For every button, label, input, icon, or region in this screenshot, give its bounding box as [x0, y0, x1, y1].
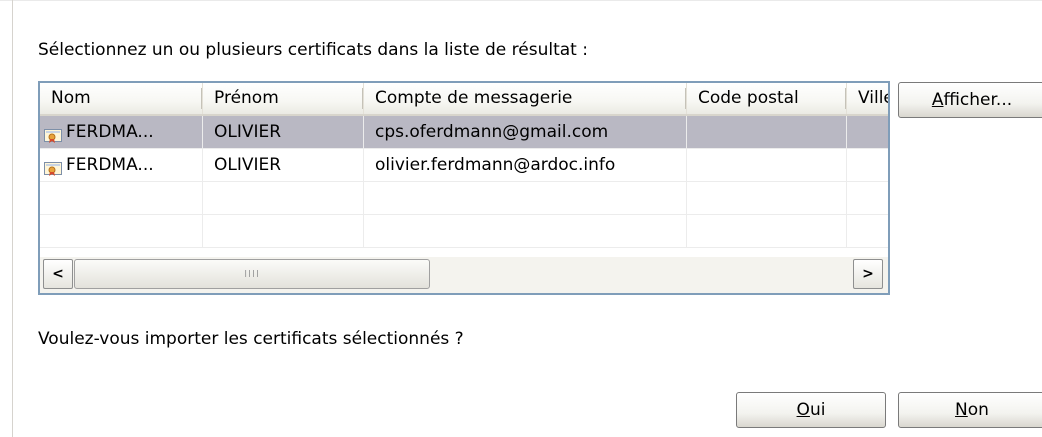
empty-cell — [687, 215, 847, 248]
select-instruction-label: Sélectionnez un ou plusieurs certificats… — [38, 40, 588, 60]
chevron-left-icon: < — [52, 266, 64, 282]
oui-label: ui — [809, 400, 826, 420]
chevron-right-icon: > — [862, 266, 874, 282]
cell-code-postal — [687, 116, 847, 149]
empty-cell — [203, 215, 364, 248]
empty-cell — [203, 182, 364, 215]
non-mnemonic: N — [955, 400, 968, 420]
table-row[interactable]: FERDMA... OLIVIER olivier.ferdmann@ardoc… — [40, 149, 888, 182]
certificate-icon — [44, 156, 62, 176]
column-header-code-postal[interactable]: Code postal — [687, 83, 847, 114]
empty-row — [40, 215, 888, 248]
cell-nom-text: FERDMA... — [66, 155, 154, 175]
certificate-list[interactable]: Nom Prénom Compte de messagerie Code pos… — [38, 81, 890, 295]
cell-ville — [847, 116, 888, 149]
certificate-icon — [44, 123, 62, 143]
table-row[interactable]: FERDMA... OLIVIER cps.oferdmann@gmail.co… — [40, 116, 888, 149]
oui-mnemonic: O — [796, 400, 810, 420]
empty-cell — [847, 182, 888, 215]
empty-cell — [364, 215, 687, 248]
non-label: on — [967, 400, 989, 420]
empty-row — [40, 182, 888, 215]
afficher-button[interactable]: Afficher... — [898, 82, 1042, 118]
cell-nom-text: FERDMA... — [66, 122, 154, 142]
cell-email: cps.oferdmann@gmail.com — [364, 116, 687, 149]
certificate-list-content: Nom Prénom Compte de messagerie Code pos… — [40, 83, 888, 255]
cell-nom: FERDMA... — [40, 149, 203, 182]
empty-cell — [847, 215, 888, 248]
import-question-label: Voulez-vous importer les certificats sél… — [38, 329, 464, 349]
non-button[interactable]: Non — [898, 392, 1042, 428]
cell-prenom: OLIVIER — [203, 116, 364, 149]
column-header-email[interactable]: Compte de messagerie — [364, 83, 687, 114]
column-header-ville[interactable]: Ville — [847, 83, 888, 114]
left-divider — [12, 0, 13, 437]
empty-cell — [364, 182, 687, 215]
scroll-thumb[interactable]: IIII — [74, 259, 430, 289]
cell-code-postal — [687, 149, 847, 182]
oui-button[interactable]: Oui — [736, 392, 886, 428]
empty-cell — [40, 215, 203, 248]
cell-nom: FERDMA... — [40, 116, 203, 149]
scroll-left-button[interactable]: < — [43, 259, 73, 289]
cell-ville — [847, 149, 888, 182]
horizontal-scrollbar[interactable]: < IIII > — [40, 257, 888, 293]
afficher-label: fficher... — [943, 90, 1013, 110]
scroll-right-button[interactable]: > — [853, 259, 883, 289]
empty-cell — [40, 182, 203, 215]
grip-icon: IIII — [244, 269, 260, 280]
list-header: Nom Prénom Compte de messagerie Code pos… — [40, 83, 888, 116]
afficher-mnemonic: A — [931, 90, 944, 110]
top-divider — [0, 0, 1042, 1]
column-header-prenom[interactable]: Prénom — [203, 83, 364, 114]
column-header-nom[interactable]: Nom — [40, 83, 203, 114]
cell-email: olivier.ferdmann@ardoc.info — [364, 149, 687, 182]
empty-cell — [687, 182, 847, 215]
cell-prenom: OLIVIER — [203, 149, 364, 182]
